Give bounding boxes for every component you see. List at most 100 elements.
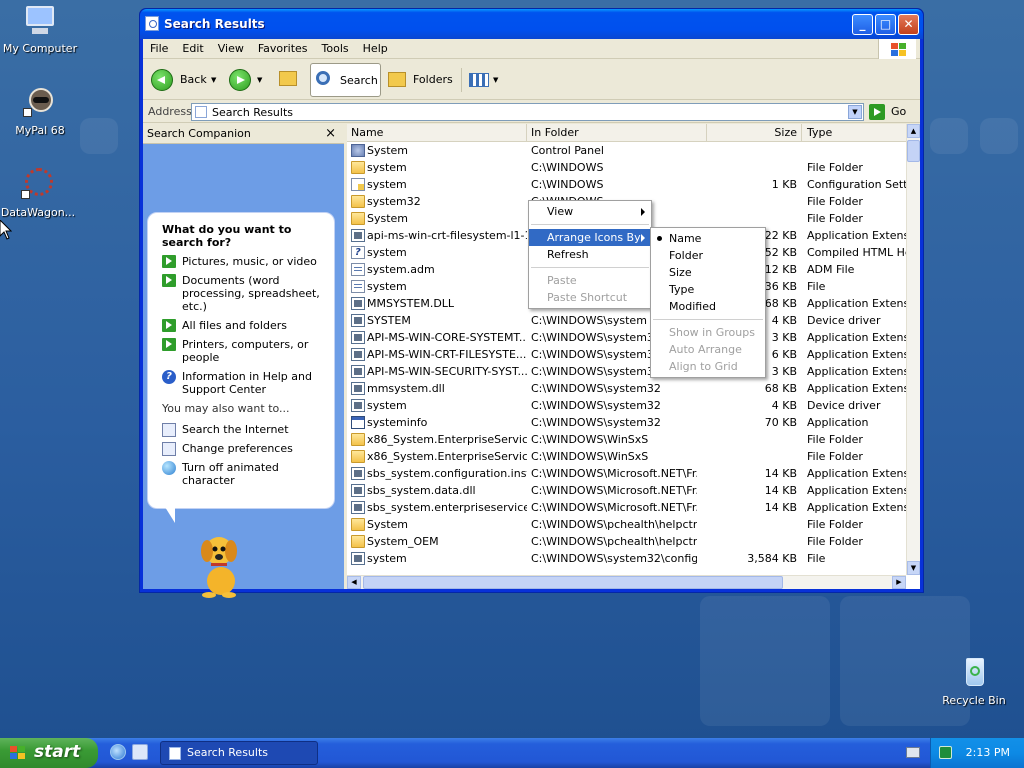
arrange-by-type[interactable]: Type: [651, 281, 765, 298]
scroll-right-icon[interactable]: ▶: [892, 576, 906, 589]
menu-item-view[interactable]: View: [529, 203, 651, 220]
menu-favorites[interactable]: Favorites: [251, 39, 315, 58]
file-type: Application: [807, 416, 869, 429]
folders-button[interactable]: Folders: [386, 63, 456, 97]
menu-item-refresh[interactable]: Refresh: [529, 246, 651, 263]
table-row[interactable]: SYSTEM C:\WINDOWS\system 4 KB Device driver: [347, 312, 906, 329]
menu-item-label: Show in Groups: [669, 326, 755, 339]
table-row[interactable]: sbs_system.data.dll C:\WINDOWS\Microsoft.…: [347, 482, 906, 499]
scroll-up-icon[interactable]: ▲: [907, 124, 920, 138]
file-folder: C:\WINDOWS: [531, 178, 604, 191]
address-dropdown-button[interactable]: ▼: [848, 105, 862, 119]
horizontal-scrollbar[interactable]: ◀ ▶: [347, 575, 906, 589]
table-row[interactable]: system C:\WINDOWS File Folder: [347, 159, 906, 176]
option-help-center[interactable]: ? Information in Help and Support Center: [162, 370, 326, 396]
column-size[interactable]: Size: [707, 124, 802, 142]
network-icon[interactable]: [939, 746, 952, 759]
file-size: 14 KB: [764, 467, 797, 480]
option-change-preferences[interactable]: Change preferences: [162, 442, 326, 456]
table-row[interactable]: x86_System.EnterpriseServic... C:\WINDOWS…: [347, 431, 906, 448]
table-row[interactable]: API-MS-WIN-CORE-SYSTEMT... C:\WINDOWS\sys…: [347, 329, 906, 346]
option-label: Pictures, music, or video: [182, 255, 317, 268]
close-button[interactable]: ✕: [898, 14, 919, 35]
table-row[interactable]: API-MS-WIN-SECURITY-SYST... C:\WINDOWS\sy…: [347, 363, 906, 380]
cursor-icon: [0, 220, 12, 240]
option-printers[interactable]: Printers, computers, or people: [162, 338, 326, 364]
sys-icon: [351, 552, 365, 565]
keyboard-icon[interactable]: [906, 747, 920, 758]
views-button[interactable]: ▼: [467, 63, 501, 97]
sys-icon: [351, 297, 365, 310]
option-all-files[interactable]: All files and folders: [162, 319, 326, 332]
search-dog-icon[interactable]: [193, 529, 249, 599]
back-button[interactable]: Back ▼: [149, 63, 219, 97]
column-type[interactable]: Type: [803, 124, 913, 142]
title-bar[interactable]: Search Results _ □ ✕: [140, 9, 923, 39]
file-name: API-MS-WIN-CORE-SYSTEMT...: [367, 331, 527, 344]
desktop-icon-mypal[interactable]: MyPal 68: [0, 86, 80, 137]
vertical-scroll-thumb[interactable]: [907, 140, 920, 162]
up-folder-button[interactable]: [277, 63, 301, 97]
address-input[interactable]: Search Results ▼: [191, 103, 864, 121]
vertical-scrollbar[interactable]: ▲ ▼: [906, 124, 920, 575]
arrange-by-modified[interactable]: Modified: [651, 298, 765, 315]
table-row[interactable]: System Control Panel: [347, 142, 906, 159]
pane-close-button[interactable]: ×: [325, 126, 336, 141]
option-search-internet[interactable]: Search the Internet: [162, 423, 326, 437]
column-in-folder[interactable]: In Folder: [527, 124, 707, 142]
go-button[interactable]: Go: [869, 103, 906, 121]
arrange-by-size[interactable]: Size: [651, 264, 765, 281]
menu-edit[interactable]: Edit: [175, 39, 210, 58]
table-row[interactable]: system C:\WINDOWS\system32\config 3,584 KB…: [347, 550, 906, 567]
menu-item-label: Size: [669, 266, 692, 279]
table-row[interactable]: API-MS-WIN-CRT-FILESYSTE... C:\WINDOWS\sy…: [347, 346, 906, 363]
show-desktop-icon[interactable]: [132, 744, 148, 760]
menu-file[interactable]: File: [143, 39, 175, 58]
scroll-left-icon[interactable]: ◀: [347, 576, 361, 589]
menu-item-arrange-icons-by[interactable]: Arrange Icons By: [529, 229, 651, 246]
desktop-icon-my-computer[interactable]: My Computer: [0, 4, 80, 55]
desktop-decoration: [930, 118, 968, 154]
bubble-tail: [165, 507, 175, 523]
menu-view[interactable]: View: [211, 39, 251, 58]
table-row[interactable]: system C:\WINDOWS\system32 4 KB Device driv…: [347, 397, 906, 414]
folder-icon: [351, 433, 365, 446]
menu-help[interactable]: Help: [356, 39, 395, 58]
desktop-icon-recycle-bin[interactable]: Recycle Bin: [934, 656, 1014, 707]
also-label: You may also want to...: [162, 402, 290, 415]
search-button[interactable]: Search: [310, 63, 381, 97]
maximize-button[interactable]: □: [875, 14, 896, 35]
forward-button[interactable]: ▼: [227, 63, 267, 97]
table-row[interactable]: System C:\WINDOWS\pchealth\helpctr File Fo…: [347, 516, 906, 533]
menu-item-label: Folder: [669, 249, 703, 262]
minimize-button[interactable]: _: [852, 14, 873, 35]
menu-tools[interactable]: Tools: [315, 39, 356, 58]
option-turn-off-character[interactable]: Turn off animated character: [162, 461, 326, 487]
table-row[interactable]: sbs_system.configuration.inst... C:\WINDO…: [347, 465, 906, 482]
minimize-icon: _: [859, 17, 866, 31]
start-button[interactable]: start: [0, 738, 98, 768]
table-row[interactable]: mmsystem.dll C:\WINDOWS\system32 68 KB Appl…: [347, 380, 906, 397]
horizontal-scroll-thumb[interactable]: [363, 576, 783, 589]
internet-explorer-icon[interactable]: [110, 744, 126, 760]
arrange-by-name[interactable]: Name: [651, 230, 765, 247]
arrange-by-folder[interactable]: Folder: [651, 247, 765, 264]
scroll-down-icon[interactable]: ▼: [907, 561, 920, 575]
table-row[interactable]: x86_System.EnterpriseServic... C:\WINDOWS…: [347, 448, 906, 465]
option-label: Change preferences: [182, 442, 293, 455]
file-type: File: [807, 280, 826, 293]
table-row[interactable]: System_OEM C:\WINDOWS\pchealth\helpctr Fil…: [347, 533, 906, 550]
option-documents[interactable]: Documents (word processing, spreadsheet,…: [162, 274, 326, 313]
table-row[interactable]: system C:\WINDOWS 1 KB Configuration Settin…: [347, 176, 906, 193]
desktop-icon-datawagon[interactable]: DataWagon...: [0, 168, 78, 219]
pane-header: Search Companion ×: [143, 124, 344, 144]
radio-bullet-icon: [657, 236, 662, 241]
file-name: sbs_system.configuration.inst...: [367, 467, 527, 480]
column-name[interactable]: Name: [347, 124, 527, 142]
file-name: x86_System.EnterpriseServic...: [367, 450, 527, 463]
taskbar-item-search-results[interactable]: Search Results: [160, 741, 318, 765]
table-row[interactable]: sbs_system.enterpriseservice... C:\WINDOW…: [347, 499, 906, 516]
file-folder: C:\WINDOWS\system32: [531, 416, 661, 429]
option-pictures[interactable]: Pictures, music, or video: [162, 255, 326, 268]
table-row[interactable]: systeminfo C:\WINDOWS\system32 70 KB Applic…: [347, 414, 906, 431]
